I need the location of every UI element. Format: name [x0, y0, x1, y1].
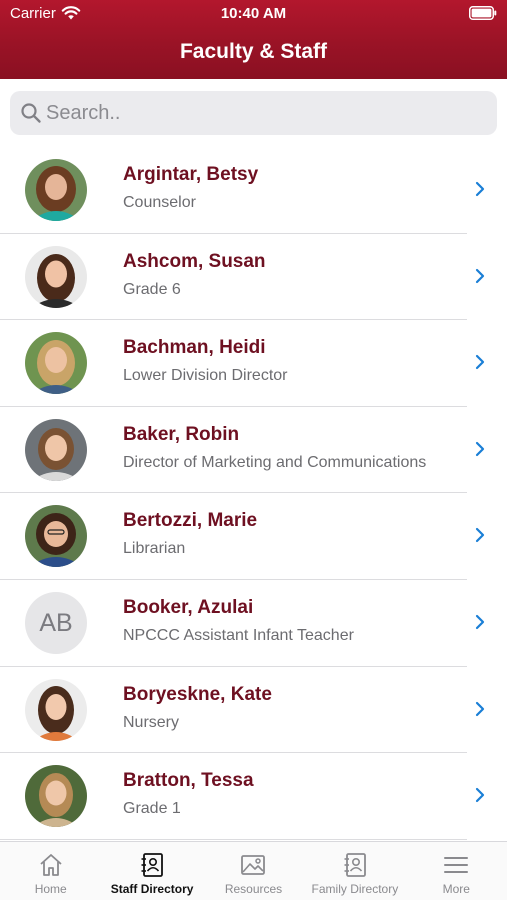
staff-name: Argintar, Betsy — [123, 164, 259, 185]
chevron-right-icon — [475, 528, 485, 543]
staff-role: NPCCC Assistant Infant Teacher — [123, 626, 354, 644]
tab-resources[interactable]: Resources — [203, 842, 304, 900]
staff-name: Bertozzi, Marie — [123, 510, 258, 532]
chevron-right-icon — [475, 355, 485, 370]
chevron-right-icon — [475, 788, 485, 803]
avatar — [25, 418, 87, 481]
staff-row[interactable]: AB Booker, Azulai NPCCC Assistant Infant… — [0, 580, 507, 667]
staff-role: Grade 6 — [123, 280, 181, 298]
staff-list: Argintar, Betsy Counselor Ashcom, Susan … — [0, 147, 507, 840]
staff-row[interactable]: Argintar, Betsy Counselor — [0, 147, 507, 234]
avatar — [25, 159, 87, 221]
chevron-right-icon — [475, 441, 485, 456]
battery-icon — [469, 6, 497, 20]
app-header: Carrier 10:40 AM Faculty & Staff — [0, 0, 507, 79]
tab-label: Staff Directory — [110, 882, 194, 896]
clock: 10:40 AM — [220, 5, 287, 22]
staff-row[interactable]: Bratton, Tessa Grade 1 — [0, 753, 507, 840]
image-icon — [241, 855, 266, 875]
tab-staff-directory[interactable]: Staff Directory — [101, 842, 202, 900]
staff-role: Grade 1 — [123, 800, 181, 818]
family-directory-icon — [344, 853, 366, 877]
tab-more[interactable]: More — [406, 842, 507, 900]
chevron-right-icon — [475, 701, 485, 716]
home-icon — [40, 854, 62, 876]
tab-home[interactable]: Home — [0, 842, 101, 900]
tab-label: More — [442, 882, 470, 896]
staff-directory-icon — [141, 853, 163, 877]
staff-name: Booker, Azulai — [123, 596, 254, 618]
status-bar: Carrier 10:40 AM — [0, 0, 507, 30]
tab-label: Home — [34, 882, 67, 896]
staff-name: Bratton, Tessa — [123, 770, 254, 792]
tab-label: Family Directory — [311, 882, 399, 896]
staff-row[interactable]: Bachman, Heidi Lower Division Director — [0, 320, 507, 407]
chevron-right-icon — [475, 614, 485, 630]
chevron-right-icon — [475, 268, 485, 283]
tab-bar: Home Staff Directory Resources Family Di… — [0, 841, 507, 900]
avatar — [25, 678, 87, 741]
staff-row[interactable]: Baker, Robin Director of Marketing and C… — [0, 407, 507, 494]
staff-name: Boryeskne, Kate — [123, 683, 272, 705]
staff-role: Lower Division Director — [123, 367, 288, 385]
avatar — [25, 332, 87, 395]
tab-label: Resources — [224, 882, 283, 896]
staff-role: Nursery — [123, 713, 180, 731]
staff-name: Ashcom, Susan — [123, 250, 266, 272]
avatar — [25, 505, 87, 568]
staff-role: Director of Marketing and Communications — [123, 453, 427, 471]
staff-row[interactable]: Ashcom, Susan Grade 6 — [0, 234, 507, 321]
menu-icon — [444, 857, 469, 873]
tab-family-directory[interactable]: Family Directory — [304, 842, 405, 900]
avatar — [25, 765, 87, 828]
staff-role: Librarian — [123, 540, 186, 558]
staff-row[interactable]: Boryeskne, Kate Nursery — [0, 667, 507, 754]
staff-row[interactable]: Bertozzi, Marie Librarian — [0, 493, 507, 580]
search-input[interactable] — [46, 91, 486, 135]
search-icon — [21, 103, 41, 123]
search-bar[interactable] — [10, 91, 497, 135]
staff-name: Bachman, Heidi — [123, 337, 266, 359]
chevron-right-icon — [475, 181, 485, 197]
staff-name: Baker, Robin — [123, 423, 240, 445]
avatar-initials: AB — [25, 591, 87, 654]
avatar — [25, 245, 87, 308]
staff-role: Counselor — [123, 194, 196, 211]
page-title: Faculty & Staff — [179, 40, 328, 63]
